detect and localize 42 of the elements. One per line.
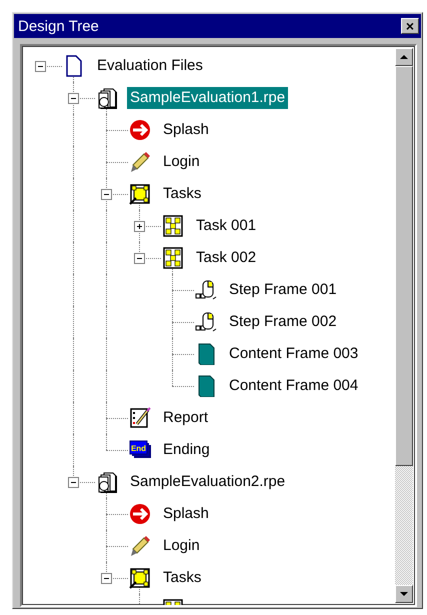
tree-item[interactable]: Splash xyxy=(160,503,212,525)
tree-item[interactable]: SampleEvaluation1.rpe xyxy=(127,87,288,109)
close-button[interactable]: × xyxy=(401,18,419,34)
tree-item[interactable]: Login xyxy=(160,151,203,173)
collapse-button[interactable] xyxy=(35,61,46,72)
collapse-button[interactable] xyxy=(134,253,145,264)
mouse-icon xyxy=(195,311,217,333)
scroll-down-button[interactable] xyxy=(395,585,413,603)
scrollbar-thumb[interactable] xyxy=(395,66,413,466)
tree-item[interactable]: Content Frame 004 xyxy=(226,375,362,397)
pencil-icon xyxy=(129,151,151,173)
arrow-down-icon xyxy=(400,592,408,596)
mouse-icon xyxy=(195,279,217,301)
collapse-button[interactable] xyxy=(101,573,112,584)
tree-item[interactable]: Login xyxy=(160,535,203,557)
checklist-icon xyxy=(129,407,151,429)
grid-icon xyxy=(162,215,184,237)
tree-item[interactable]: Tasks xyxy=(160,567,204,589)
tree-item[interactable]: Step Frame 001 xyxy=(226,279,340,301)
collapse-button[interactable] xyxy=(101,189,112,200)
scroll-up-button[interactable] xyxy=(395,48,413,66)
tree-item[interactable]: Ending xyxy=(160,439,213,461)
grid-icon xyxy=(162,247,184,269)
frame-icon xyxy=(129,183,151,205)
collapse-button[interactable] xyxy=(68,477,79,488)
document-stack-icon xyxy=(96,87,118,109)
pencil-icon xyxy=(129,535,151,557)
frame-icon xyxy=(129,567,151,589)
document-stack-icon xyxy=(96,471,118,493)
expand-button[interactable] xyxy=(134,221,145,232)
arrow-up-icon xyxy=(400,54,408,60)
tree-item[interactable]: Tasks xyxy=(160,183,204,205)
tree-item[interactable]: SampleEvaluation2.rpe xyxy=(127,471,288,493)
tree-item[interactable]: Task 001 xyxy=(193,215,260,237)
tree-item[interactable]: Task 002 xyxy=(193,247,260,269)
collapse-button[interactable] xyxy=(68,93,79,104)
tree-item[interactable]: Splash xyxy=(160,119,212,141)
tree-item[interactable]: Step Frame 002 xyxy=(226,311,340,333)
window-title: Design Tree xyxy=(18,18,99,34)
tree-item[interactable]: Evaluation Files xyxy=(94,55,206,77)
tree-item[interactable]: Report xyxy=(160,407,212,429)
tree-item[interactable]: Content Frame 003 xyxy=(226,343,362,365)
